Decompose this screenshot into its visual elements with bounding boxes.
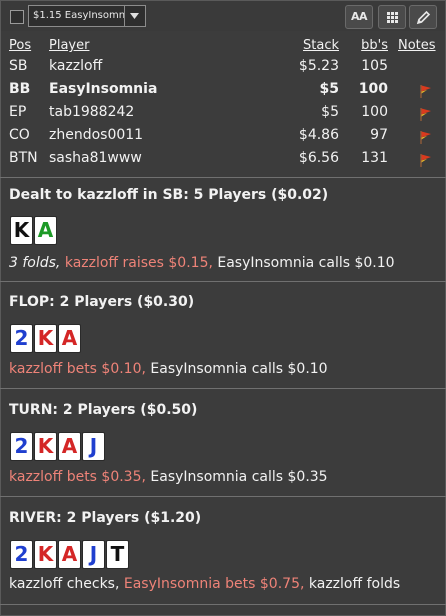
playing-card: T — [106, 540, 129, 569]
note-flag-icon[interactable] — [419, 84, 433, 102]
street-actions: kazzloff bets $0.35, EasyInsomnia calls … — [9, 469, 328, 485]
street-actions: kazzloff checks, EasyInsomnia bets $0.75… — [9, 576, 400, 592]
player-stack: $4.86 — [298, 127, 339, 143]
player-row[interactable]: CO zhendos0011 $4.86 97 — [0, 127, 446, 149]
playing-card: J — [82, 540, 105, 569]
header-bbs[interactable]: bb's — [361, 38, 388, 53]
player-bbs: 100 — [358, 81, 388, 97]
grid-view-button[interactable] — [378, 5, 406, 29]
header-player[interactable]: Player — [49, 38, 89, 53]
player-row[interactable]: EP tab1988242 $5 100 — [0, 104, 446, 126]
playing-card: J — [82, 432, 105, 461]
street-title-preflop: Dealt to kazzloff in SB: 5 Players ($0.0… — [9, 187, 329, 203]
action-text: EasyInsomnia calls $0.10 — [217, 255, 395, 271]
player-stack: $5 — [319, 81, 339, 97]
player-pos: SB — [9, 58, 28, 74]
player-pos: BTN — [9, 150, 38, 166]
player-bbs: 105 — [361, 58, 388, 74]
player-pos: CO — [9, 127, 30, 143]
divider — [0, 281, 446, 282]
playing-card: K — [34, 324, 57, 353]
player-name: sasha81www — [49, 150, 142, 166]
player-bbs: 97 — [370, 127, 388, 143]
street-title-flop: FLOP: 2 Players ($0.30) — [9, 294, 195, 310]
playing-card: A — [58, 540, 81, 569]
header-pos[interactable]: Pos — [9, 38, 31, 53]
hand-select-dropdown[interactable]: $1.15 EasyInsomnia — [28, 5, 146, 27]
player-bbs: 131 — [361, 150, 388, 166]
action-text: kazzloff folds — [308, 576, 401, 592]
street-actions: 3 folds, kazzloff raises $0.15, EasyInso… — [9, 255, 395, 271]
grid-icon — [387, 12, 398, 23]
font-size-button[interactable]: AA — [345, 5, 373, 29]
font-size-icon: AA — [351, 10, 368, 23]
action-text: kazzloff checks, — [9, 576, 124, 592]
player-pos: EP — [9, 104, 27, 120]
divider — [0, 388, 446, 389]
divider — [0, 604, 446, 605]
playing-card: 2 — [10, 432, 33, 461]
note-flag-icon[interactable] — [419, 107, 433, 125]
playing-card: K — [34, 432, 57, 461]
player-stack: $6.56 — [298, 150, 339, 166]
chevron-down-icon — [130, 13, 139, 19]
note-flag-icon[interactable] — [419, 153, 433, 171]
dropdown-arrow[interactable] — [124, 6, 145, 26]
action-text: EasyInsomnia calls $0.35 — [150, 469, 328, 485]
header-stack[interactable]: Stack — [303, 38, 339, 53]
playing-card: A — [34, 216, 57, 245]
playing-card: A — [58, 324, 81, 353]
toolbar: $1.15 EasyInsomnia AA — [1, 1, 445, 31]
player-name: kazzloff — [49, 58, 103, 74]
player-name: tab1988242 — [49, 104, 135, 120]
divider — [0, 496, 446, 497]
playing-card: A — [58, 432, 81, 461]
hand-select-value: $1.15 EasyInsomnia — [33, 10, 125, 21]
playing-card: 2 — [10, 324, 33, 353]
player-name: EasyInsomnia — [49, 81, 158, 97]
select-hand-checkbox[interactable] — [10, 10, 24, 24]
street-title-turn: TURN: 2 Players ($0.50) — [9, 402, 198, 418]
action-text: EasyInsomnia calls $0.10 — [150, 361, 328, 377]
player-row-hero[interactable]: BB EasyInsomnia $5 100 — [0, 81, 446, 103]
action-text: 3 folds, — [9, 255, 65, 271]
action-text: kazzloff raises $0.15, — [64, 255, 218, 271]
player-bbs: 100 — [361, 104, 388, 120]
player-pos: BB — [9, 81, 31, 97]
edit-button[interactable] — [409, 5, 437, 29]
player-row[interactable]: BTN sasha81www $6.56 131 — [0, 150, 446, 172]
action-text: kazzloff bets $0.10, — [9, 361, 151, 377]
playing-card: K — [10, 216, 33, 245]
action-text: kazzloff bets $0.35, — [9, 469, 151, 485]
playing-card: K — [34, 540, 57, 569]
player-row[interactable]: SB kazzloff $5.23 105 — [0, 58, 446, 80]
street-actions: kazzloff bets $0.10, EasyInsomnia calls … — [9, 361, 328, 377]
action-text: EasyInsomnia bets $0.75, — [123, 576, 309, 592]
player-stack: $5 — [321, 104, 339, 120]
divider — [0, 177, 446, 178]
header-notes[interactable]: Notes — [398, 38, 436, 53]
street-title-river: RIVER: 2 Players ($1.20) — [9, 510, 202, 526]
player-name: zhendos0011 — [49, 127, 144, 143]
playing-card: 2 — [10, 540, 33, 569]
note-flag-icon[interactable] — [419, 130, 433, 148]
player-stack: $5.23 — [298, 58, 339, 74]
pencil-icon — [416, 10, 431, 25]
